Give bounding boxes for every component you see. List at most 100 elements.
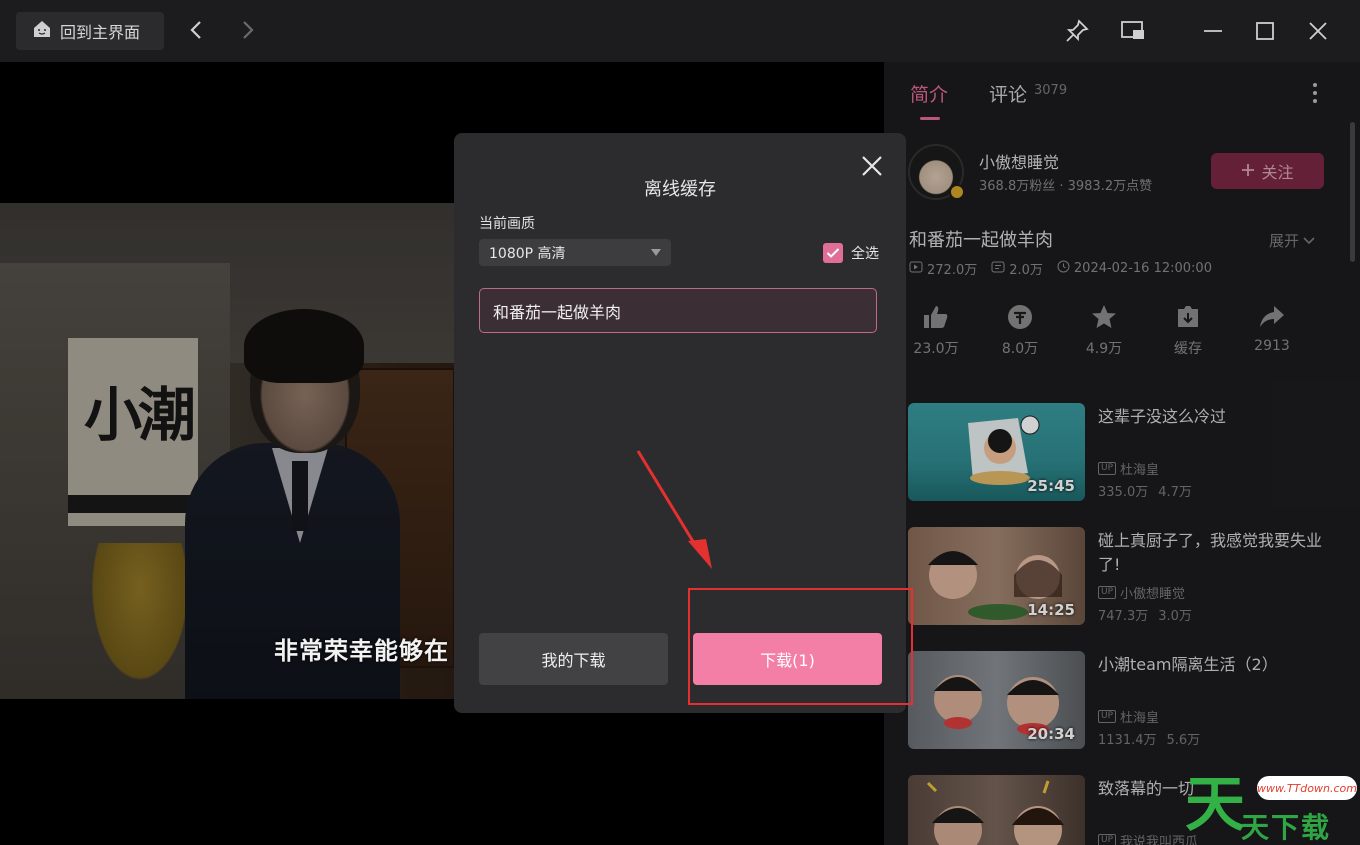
- episode-item[interactable]: 和番茄一起做羊肉: [479, 288, 877, 333]
- video-duration: 25:45: [1027, 477, 1075, 495]
- recommended-title[interactable]: 碰上真厨子了，我感觉我要失业了!: [1098, 529, 1338, 577]
- expand-button[interactable]: 展开: [1269, 230, 1315, 251]
- up-tag-icon: UP: [1098, 834, 1117, 845]
- video-thumbnail: 25:45: [908, 403, 1085, 501]
- like-button[interactable]: 23.0万: [904, 302, 968, 358]
- watermark-text: 天下载: [1241, 811, 1332, 844]
- mini-player-icon[interactable]: [1118, 16, 1148, 46]
- danmaku-count: 4.7万: [1158, 485, 1192, 500]
- home-icon: [32, 19, 52, 43]
- home-label: 回到主界面: [60, 23, 141, 42]
- up-tag-icon: UP: [1098, 586, 1117, 599]
- quality-value: 1080P 高清: [489, 245, 566, 262]
- coin-icon: [1005, 302, 1035, 332]
- recommended-stats: 747.3万 3.0万: [1098, 605, 1192, 624]
- follow-button[interactable]: 关注: [1211, 153, 1324, 189]
- coin-button[interactable]: 8.0万: [988, 302, 1052, 358]
- expand-label: 展开: [1269, 232, 1300, 250]
- tab-intro-underline: [920, 117, 940, 120]
- favorite-button[interactable]: 4.9万: [1072, 302, 1136, 358]
- tab-intro[interactable]: 简介: [910, 80, 948, 107]
- close-icon[interactable]: [857, 151, 887, 181]
- annotation-arrow-icon: [636, 450, 712, 569]
- close-window-icon[interactable]: [1303, 16, 1333, 46]
- share-count: 2913: [1254, 338, 1290, 354]
- more-options-icon[interactable]: [1304, 80, 1326, 106]
- verified-badge-icon: [949, 184, 965, 200]
- video-thumbnail: 20:34: [908, 651, 1085, 749]
- action-bar: 23.0万 8.0万 4.9万 缓存 2913: [904, 302, 1304, 358]
- watermark-logo: 天: [1185, 770, 1245, 840]
- recommended-video[interactable]: 20:34 小潮team隔离生活（2） UP 杜海皇 1131.4万 5.6万: [908, 651, 1338, 751]
- views-count: 1131.4万: [1098, 733, 1157, 748]
- forward-arrow-icon[interactable]: [234, 16, 262, 44]
- video-meta: 272.0万 2.0万 2024-02-16 12:00:00: [909, 259, 1212, 278]
- recommended-title[interactable]: 小潮team隔离生活（2）: [1098, 653, 1338, 677]
- comment-count: 3079: [1034, 83, 1068, 98]
- author-name: 杜海皇: [1120, 711, 1160, 726]
- minimize-icon[interactable]: [1198, 16, 1228, 46]
- up-tag-icon: UP: [1098, 462, 1117, 475]
- plus-icon: [1241, 162, 1255, 181]
- video-duration: 20:34: [1027, 725, 1075, 743]
- up-tag-icon: UP: [1098, 710, 1117, 723]
- publish-date: 2024-02-16 12:00:00: [1073, 261, 1212, 276]
- uploader-stats: 368.8万粉丝 · 3983.2万点赞: [979, 179, 1153, 194]
- recommended-stats: 335.0万 4.7万: [1098, 481, 1192, 500]
- star-icon: [1089, 302, 1119, 332]
- recommended-author: UP 小傲想睡觉: [1098, 583, 1185, 602]
- favorite-count: 4.9万: [1085, 341, 1123, 357]
- cache-label: 缓存: [1174, 341, 1202, 357]
- views-count: 747.3万: [1098, 609, 1149, 624]
- cache-icon: [1173, 302, 1203, 332]
- dialog-title: 离线缓存: [644, 179, 716, 200]
- tab-comments[interactable]: 评论: [989, 80, 1027, 107]
- quality-select[interactable]: 1080P 高清: [479, 239, 671, 266]
- date-meta: 2024-02-16 12:00:00: [1057, 260, 1212, 277]
- video-thumbnail: 14:25: [908, 527, 1085, 625]
- back-arrow-icon[interactable]: [182, 16, 210, 44]
- danmaku-meta: 2.0万: [991, 259, 1043, 278]
- recommended-stats: 1131.4万 5.6万: [1098, 729, 1200, 748]
- recommended-author: UP 杜海皇: [1098, 459, 1159, 478]
- author-name: 小傲想睡觉: [1120, 587, 1186, 602]
- coin-count: 8.0万: [1001, 341, 1039, 357]
- play-count-icon: [909, 261, 923, 277]
- danmaku-count: 5.6万: [1166, 733, 1201, 748]
- checkmark-icon: [823, 243, 843, 263]
- chevron-down-icon: [1303, 232, 1315, 250]
- thumbs-up-icon: [921, 302, 951, 332]
- recommended-video[interactable]: 25:45 这辈子没这么冷过 UP 杜海皇 335.0万 4.7万: [908, 403, 1338, 503]
- panel-scrollbar[interactable]: [1350, 122, 1355, 262]
- thumbnail-illustration: [926, 780, 1064, 845]
- views-meta: 272.0万: [909, 259, 977, 278]
- recommended-video[interactable]: 14:25 碰上真厨子了，我感觉我要失业了! UP 小傲想睡觉 747.3万 3.0…: [908, 527, 1338, 627]
- video-title: 和番茄一起做羊肉: [909, 230, 1053, 251]
- pin-icon[interactable]: [1062, 16, 1092, 46]
- video-thumbnail: [908, 775, 1085, 845]
- danmaku-count: 3.0万: [1158, 609, 1192, 624]
- watermark-url: www.TTdown.com: [1257, 776, 1357, 800]
- title-bar: 回到主界面: [0, 0, 1360, 62]
- select-all-label: 全选: [851, 246, 879, 262]
- danmaku-count: 2.0万: [1009, 263, 1043, 278]
- annotation-highlight-box: [688, 588, 913, 705]
- recommended-title[interactable]: 这辈子没这么冷过: [1098, 405, 1338, 429]
- like-count: 23.0万: [913, 341, 959, 357]
- cache-button[interactable]: 缓存: [1156, 302, 1220, 358]
- select-all-checkbox[interactable]: 全选: [823, 243, 879, 263]
- danmaku-icon: [991, 261, 1005, 277]
- share-button[interactable]: 2913: [1240, 302, 1304, 358]
- video-duration: 14:25: [1027, 601, 1075, 619]
- clock-icon: [1057, 260, 1070, 277]
- recommended-author: UP 杜海皇: [1098, 707, 1159, 726]
- share-icon: [1257, 302, 1287, 332]
- author-name: 杜海皇: [1120, 463, 1160, 478]
- uploader-name[interactable]: 小傲想睡觉: [979, 149, 1059, 173]
- recommended-author: UP 我说我叫西瓜: [1098, 831, 1198, 845]
- video-subtitle: 非常荣幸能够在: [274, 637, 449, 665]
- maximize-icon[interactable]: [1250, 16, 1280, 46]
- back-to-home-button[interactable]: 回到主界面: [16, 12, 164, 50]
- my-downloads-button[interactable]: 我的下载: [479, 633, 668, 685]
- site-watermark: 天 www.TTdown.com 天下载: [1185, 770, 1360, 845]
